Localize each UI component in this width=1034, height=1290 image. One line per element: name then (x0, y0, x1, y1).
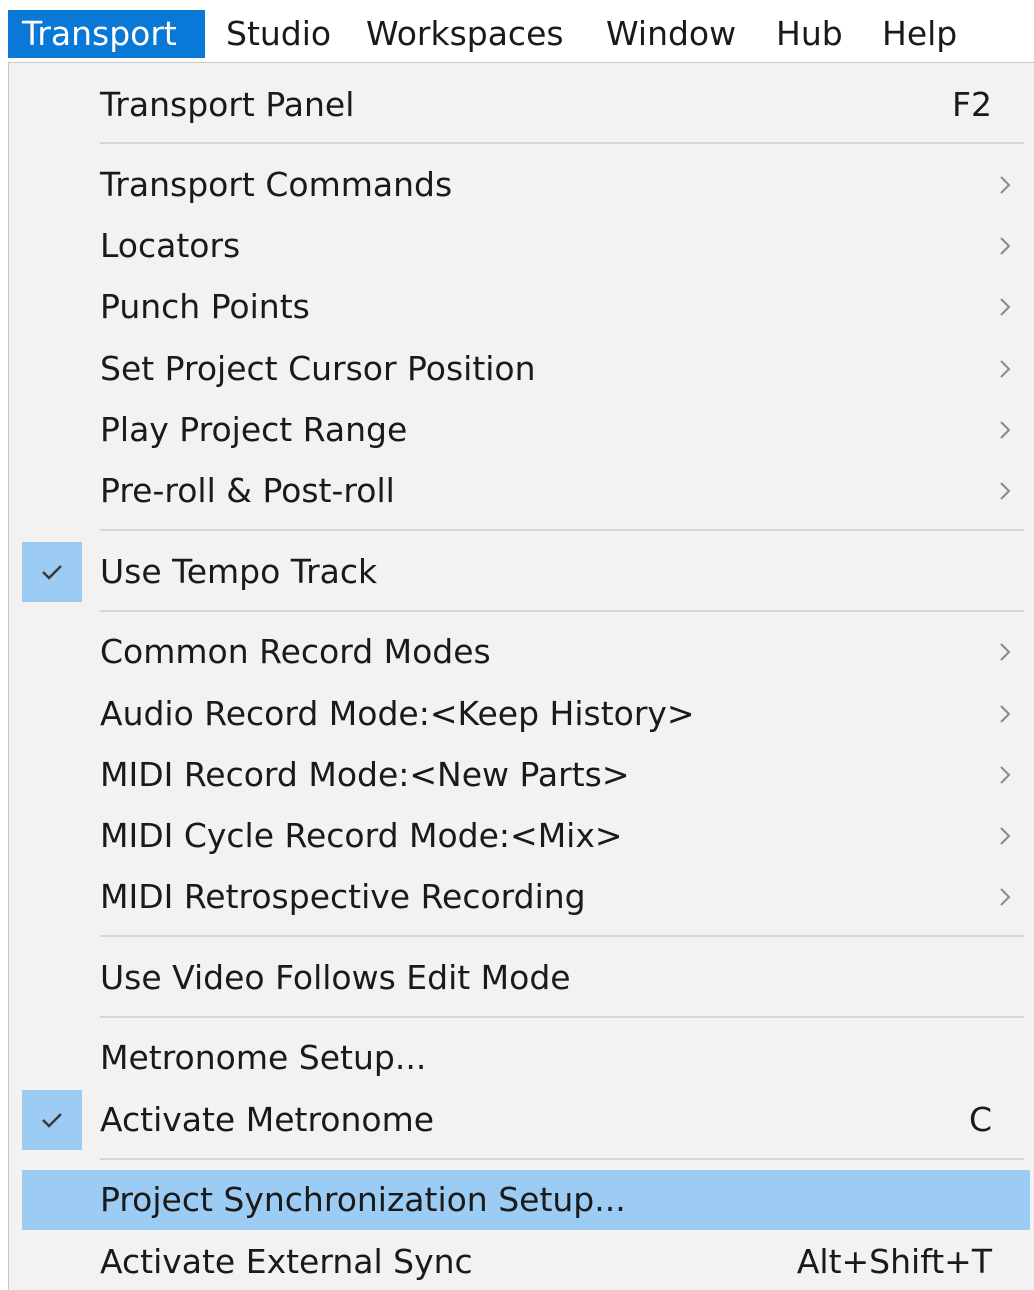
menu-separator (100, 935, 1024, 937)
chevron-right-icon (1000, 237, 1011, 255)
chevron-right-icon (1000, 888, 1011, 906)
menubar-help[interactable]: Help (868, 10, 971, 58)
menu-item-label: Audio Record Mode:<Keep History> (100, 694, 695, 733)
chevron-right-icon (1000, 643, 1011, 661)
menu-item-label: MIDI Cycle Record Mode:<Mix> (100, 816, 623, 855)
menu-item-pre-roll-post-roll[interactable]: Pre-roll & Post-roll (22, 461, 1030, 521)
menu-item-shortcut: C (968, 1100, 992, 1139)
menu-separator (100, 142, 1024, 144)
chevron-right-icon (1000, 482, 1011, 500)
menu-item-label: Metronome Setup... (100, 1038, 427, 1077)
menu-item-label: Punch Points (100, 287, 310, 326)
menu-item-label: MIDI Retrospective Recording (100, 877, 586, 916)
menu-item-label: Activate External Sync (100, 1242, 473, 1281)
menu-item-midi-retrospective-recording[interactable]: MIDI Retrospective Recording (22, 867, 1030, 927)
menu-item-midi-record-mode[interactable]: MIDI Record Mode:<New Parts> (22, 745, 1030, 805)
menu-item-label: MIDI Record Mode:<New Parts> (100, 755, 630, 794)
menu-separator (100, 529, 1024, 531)
menu-item-label: Play Project Range (100, 410, 408, 449)
menubar-transport[interactable]: Transport (8, 10, 205, 58)
menu-item-project-synchronization-setup[interactable]: Project Synchronization Setup... (22, 1170, 1030, 1230)
menu-item-label: Activate Metronome (100, 1100, 435, 1139)
chevron-right-icon (1000, 705, 1011, 723)
menu-item-shortcut: Alt+Shift+T (796, 1242, 992, 1281)
chevron-right-icon (1000, 827, 1011, 845)
menubar-workspaces[interactable]: Workspaces (352, 10, 578, 58)
menubar-window[interactable]: Window (592, 10, 750, 58)
app-window: Transport Studio Workspaces Window Hub H… (0, 0, 1034, 1290)
chevron-right-icon (1000, 766, 1011, 784)
menu-separator (100, 1158, 1024, 1160)
menu-item-label: Common Record Modes (100, 632, 491, 671)
menu-item-label: Pre-roll & Post-roll (100, 471, 395, 510)
menu-item-shortcut: F2 (952, 85, 992, 124)
transport-menu: Transport Panel F2 Transport Commands Lo… (8, 62, 1034, 1290)
menu-item-common-record-modes[interactable]: Common Record Modes (22, 622, 1030, 682)
menu-item-label: Transport Panel (100, 85, 355, 124)
menu-separator (100, 1016, 1024, 1018)
menu-item-activate-metronome[interactable]: Activate Metronome C (22, 1090, 1030, 1150)
menu-item-locators[interactable]: Locators (22, 216, 1030, 276)
chevron-right-icon (1000, 360, 1011, 378)
menu-item-metronome-setup[interactable]: Metronome Setup... (22, 1028, 1030, 1088)
menubar-studio[interactable]: Studio (212, 10, 345, 58)
menu-item-play-project-range[interactable]: Play Project Range (22, 400, 1030, 460)
menu-item-label: Transport Commands (100, 165, 453, 204)
menu-item-use-tempo-track[interactable]: Use Tempo Track (22, 542, 1030, 602)
menu-item-label: Use Tempo Track (100, 552, 378, 591)
checkmark-box (22, 542, 82, 602)
chevron-right-icon (1000, 298, 1011, 316)
menu-item-transport-commands[interactable]: Transport Commands (22, 155, 1030, 215)
menu-separator (100, 610, 1024, 612)
menu-item-transport-panel[interactable]: Transport Panel F2 (22, 75, 1030, 135)
menu-item-label: Locators (100, 226, 241, 265)
checkmark-icon (42, 565, 62, 580)
menu-item-set-project-cursor-position[interactable]: Set Project Cursor Position (22, 339, 1030, 399)
menu-item-label: Set Project Cursor Position (100, 349, 536, 388)
menu-item-punch-points[interactable]: Punch Points (22, 277, 1030, 337)
checkmark-icon (42, 1113, 62, 1128)
menubar-hub[interactable]: Hub (762, 10, 857, 58)
menu-item-use-video-follows-edit-mode[interactable]: Use Video Follows Edit Mode (22, 948, 1030, 1008)
menu-item-label: Use Video Follows Edit Mode (100, 958, 571, 997)
checkmark-box (22, 1090, 82, 1150)
chevron-right-icon (1000, 176, 1011, 194)
chevron-right-icon (1000, 421, 1011, 439)
menu-item-label: Project Synchronization Setup... (100, 1180, 626, 1219)
menu-item-audio-record-mode[interactable]: Audio Record Mode:<Keep History> (22, 684, 1030, 744)
menu-item-midi-cycle-record-mode[interactable]: MIDI Cycle Record Mode:<Mix> (22, 806, 1030, 866)
menu-bar: Transport Studio Workspaces Window Hub H… (0, 0, 1034, 62)
menu-item-activate-external-sync[interactable]: Activate External Sync Alt+Shift+T (22, 1232, 1030, 1290)
